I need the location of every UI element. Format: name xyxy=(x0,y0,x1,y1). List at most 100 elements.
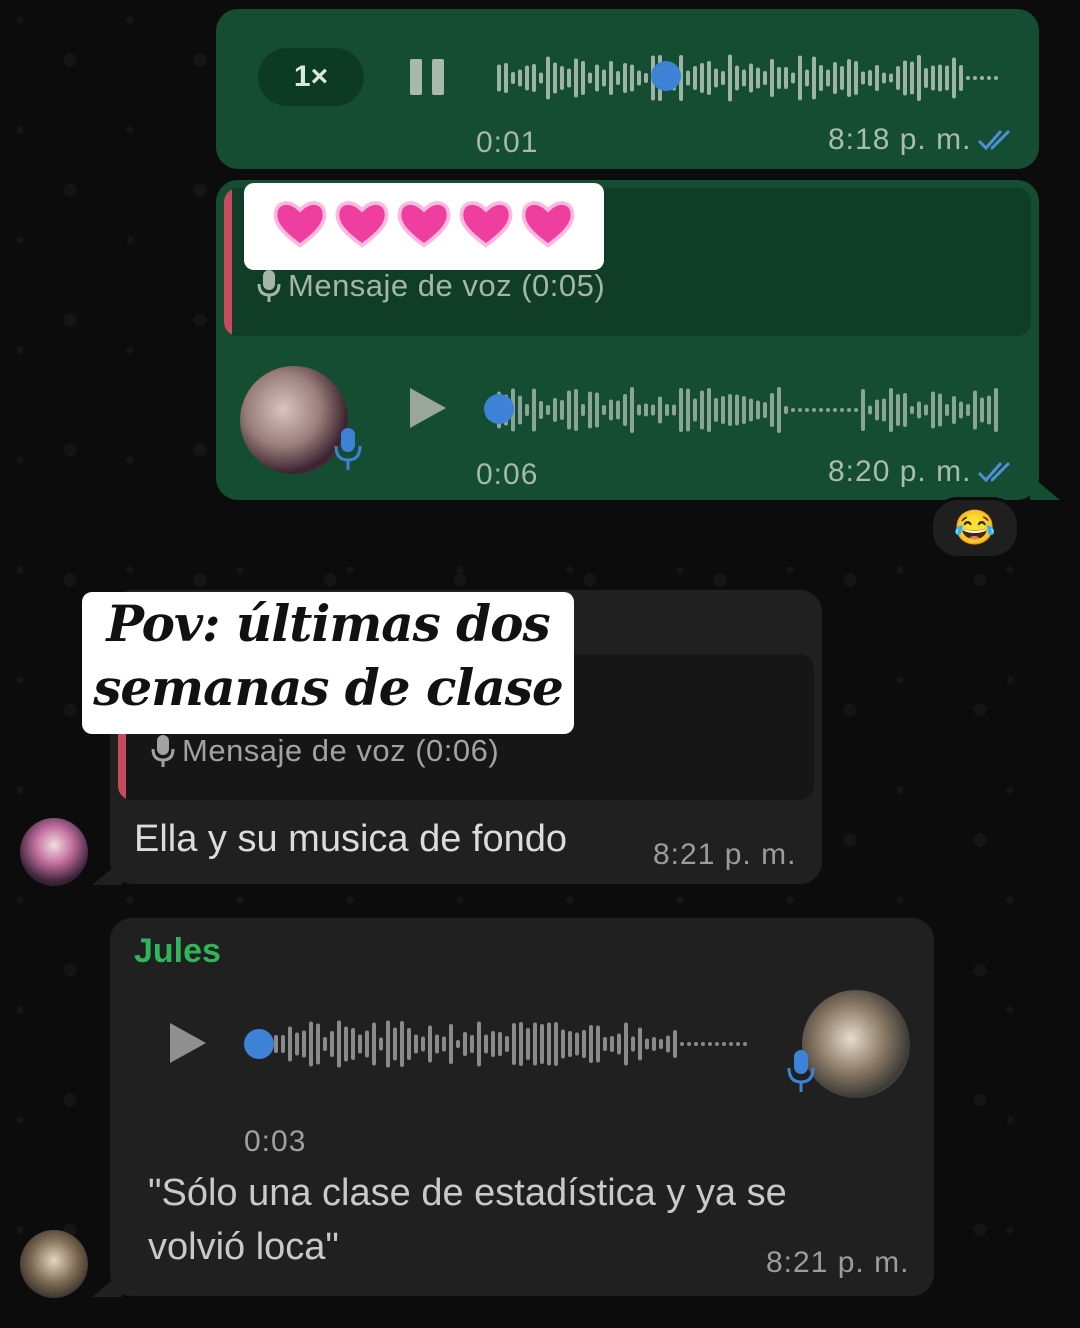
sender-avatar[interactable] xyxy=(20,1230,88,1298)
waveform-bar xyxy=(742,396,746,424)
waveform-bar xyxy=(323,1037,327,1051)
waveform-bar xyxy=(687,1042,691,1046)
pink-heart-icon xyxy=(335,201,389,248)
waveform-bar xyxy=(840,66,844,90)
read-ticks-icon xyxy=(977,129,1011,151)
waveform-bar xyxy=(553,398,557,422)
bubble-tail xyxy=(92,1272,122,1297)
waveform-bar xyxy=(546,405,550,415)
hearts-emoji-row xyxy=(272,195,576,251)
waveform-bar xyxy=(631,1036,635,1052)
waveform-bar xyxy=(477,1021,481,1067)
waveform-bar xyxy=(882,398,886,422)
waveform-bar xyxy=(491,1031,495,1057)
waveform-bar xyxy=(617,1033,621,1055)
waveform-bar xyxy=(798,55,802,101)
waveform-bar xyxy=(770,393,774,427)
pause-icon[interactable] xyxy=(410,59,444,95)
sender-avatar[interactable] xyxy=(802,990,910,1098)
waveform-bar xyxy=(623,63,627,93)
waveform-bar xyxy=(819,65,823,91)
play-icon[interactable] xyxy=(170,1023,206,1063)
waveform-bar xyxy=(518,69,522,87)
waveform-bar xyxy=(561,1029,565,1059)
sender-name[interactable]: Jules xyxy=(134,932,221,971)
voice-duration: 0:01 xyxy=(476,126,539,159)
transcription-line: "Sólo una clase de estadística y ya se xyxy=(148,1172,787,1214)
waveform-bar xyxy=(680,1042,684,1046)
waveform-bar xyxy=(560,400,564,420)
waveform-bar xyxy=(847,59,851,97)
waveform-bar xyxy=(596,1025,600,1063)
waveform-bar xyxy=(861,389,865,431)
waveform-bar xyxy=(700,390,704,430)
waveform-bar xyxy=(435,1034,439,1054)
waveform-bar xyxy=(728,394,732,426)
waveform-bar xyxy=(624,1022,628,1066)
waveform-bar xyxy=(581,404,585,416)
waveform-bar xyxy=(533,1022,537,1066)
quoted-voice-label: Mensaje de voz (0:05) xyxy=(256,268,605,304)
waveform-bar xyxy=(805,69,809,87)
waveform-bar xyxy=(833,408,837,412)
waveform-bar xyxy=(518,395,522,425)
waveform-bar xyxy=(686,70,690,86)
waveform-bar xyxy=(602,69,606,87)
waveform-bar xyxy=(889,388,893,432)
waveform-bar xyxy=(372,1022,376,1066)
sender-avatar[interactable] xyxy=(20,818,88,886)
waveform-bar xyxy=(414,1034,418,1054)
playhead[interactable] xyxy=(244,1029,274,1059)
reaction-badge[interactable]: 😂 xyxy=(930,497,1020,559)
message-text: Ella y su musica de fondo xyxy=(134,818,568,860)
message-timestamp: 8:21 p. m. xyxy=(766,1246,910,1279)
waveform-bar xyxy=(812,408,816,412)
waveform-bar xyxy=(532,64,536,92)
caption-overlay-text: Pov: últimas dos semanas de clase xyxy=(82,592,574,720)
waveform-bar xyxy=(567,68,571,88)
waveform-bar xyxy=(826,408,830,412)
waveform-bar xyxy=(568,1031,572,1057)
waveform[interactable] xyxy=(258,1018,748,1070)
waveform-bar xyxy=(659,1039,663,1049)
waveform-bar xyxy=(582,1030,586,1058)
waveform-bar xyxy=(574,389,578,431)
waveform-bar xyxy=(665,404,669,416)
waveform-bar xyxy=(812,56,816,100)
waveform-bar xyxy=(714,398,718,422)
waveform-bar xyxy=(973,76,977,80)
waveform-bar xyxy=(945,65,949,91)
waveform-bar xyxy=(798,408,802,412)
message-timestamp: 8:20 p. m. xyxy=(828,455,972,488)
waveform[interactable] xyxy=(495,384,1000,436)
waveform-bar xyxy=(686,388,690,432)
waveform-bar xyxy=(784,67,788,89)
waveform-bar xyxy=(938,393,942,427)
waveform-bar xyxy=(952,57,956,99)
waveform-bar xyxy=(337,1020,341,1068)
waveform-bar xyxy=(868,405,872,415)
waveform-bar xyxy=(609,399,613,421)
waveform-bar xyxy=(777,387,781,433)
pink-heart-icon xyxy=(521,201,575,248)
laughing-emoji: 😂 xyxy=(953,509,997,547)
waveform-bar xyxy=(449,1024,453,1064)
waveform-bar xyxy=(589,1025,593,1063)
waveform[interactable] xyxy=(495,52,1000,104)
waveform-bar xyxy=(575,1032,579,1056)
playback-speed-button[interactable]: 1× xyxy=(258,48,364,106)
waveform-bar xyxy=(861,71,865,85)
waveform-bar xyxy=(651,404,655,416)
waveform-bar xyxy=(463,1032,467,1056)
waveform-bar xyxy=(379,1037,383,1051)
waveform-bar xyxy=(763,402,767,418)
sender-avatar[interactable] xyxy=(240,366,348,474)
waveform-bar xyxy=(840,408,844,412)
waveform-bar xyxy=(365,1030,369,1058)
waveform-bar xyxy=(442,1036,446,1052)
waveform-bar xyxy=(952,396,956,424)
playhead[interactable] xyxy=(484,394,514,424)
waveform-bar xyxy=(749,63,753,93)
play-icon[interactable] xyxy=(410,388,446,428)
playhead[interactable] xyxy=(651,61,681,91)
